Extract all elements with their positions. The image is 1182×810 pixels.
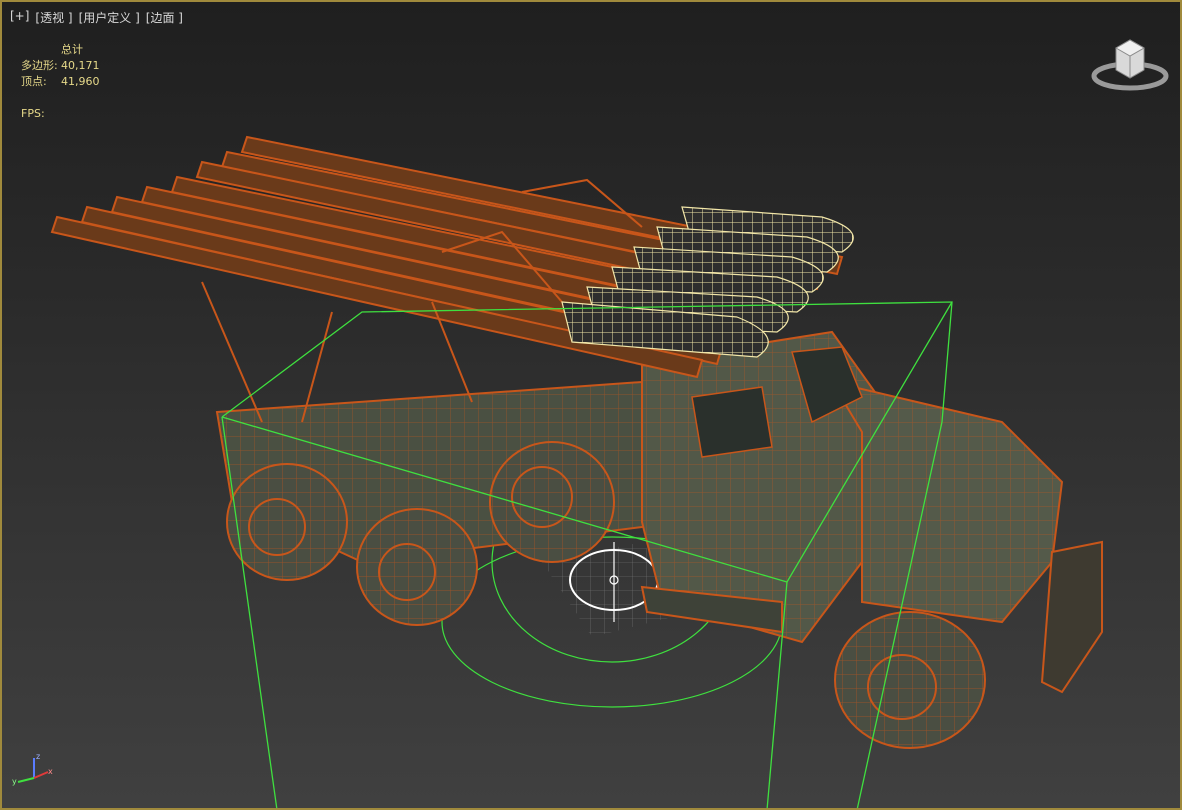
viewport-display-menu[interactable]: [边面 ] <box>146 9 183 26</box>
stats-polygons: 多边形: 40,171 <box>21 58 100 74</box>
fps-label: FPS: <box>21 107 45 120</box>
viewport-view-menu[interactable]: [透视 ] <box>35 9 72 26</box>
truck-model[interactable] <box>215 330 1103 749</box>
vertices-value: 41,960 <box>61 75 100 88</box>
vertices-label: 顶点: <box>21 75 47 88</box>
stats-header: 总计 <box>61 43 83 56</box>
statistics-overlay: 总计 多边形: 40,171 顶点: 41,960 FPS: <box>21 42 100 122</box>
polygons-label: 多边形: <box>21 59 58 72</box>
polygons-value: 40,171 <box>61 59 100 72</box>
scene-canvas[interactable] <box>2 2 1182 810</box>
axis-z-label: z <box>36 752 40 761</box>
wheel-front <box>834 611 986 749</box>
wheel-rear-1 <box>226 463 348 581</box>
viewport-shading-menu[interactable]: [用户定义 ] <box>79 9 140 26</box>
axis-tripod-icon: z x y <box>12 752 53 786</box>
perspective-viewport[interactable]: [+] [透视 ] [用户定义 ] [边面 ] 总计 多边形: 40,171 顶… <box>0 0 1182 810</box>
wheel-rear-2 <box>356 508 478 626</box>
viewcube-icon[interactable] <box>1090 34 1170 98</box>
axis-y-label: y <box>12 777 17 786</box>
viewport-plus-menu[interactable]: [+] <box>10 9 29 26</box>
stats-vertices: 顶点: 41,960 <box>21 74 100 90</box>
wheel-middle <box>489 441 615 563</box>
viewport-label-menu[interactable]: [+] [透视 ] [用户定义 ] [边面 ] <box>10 9 183 26</box>
axis-x-label: x <box>48 767 53 776</box>
